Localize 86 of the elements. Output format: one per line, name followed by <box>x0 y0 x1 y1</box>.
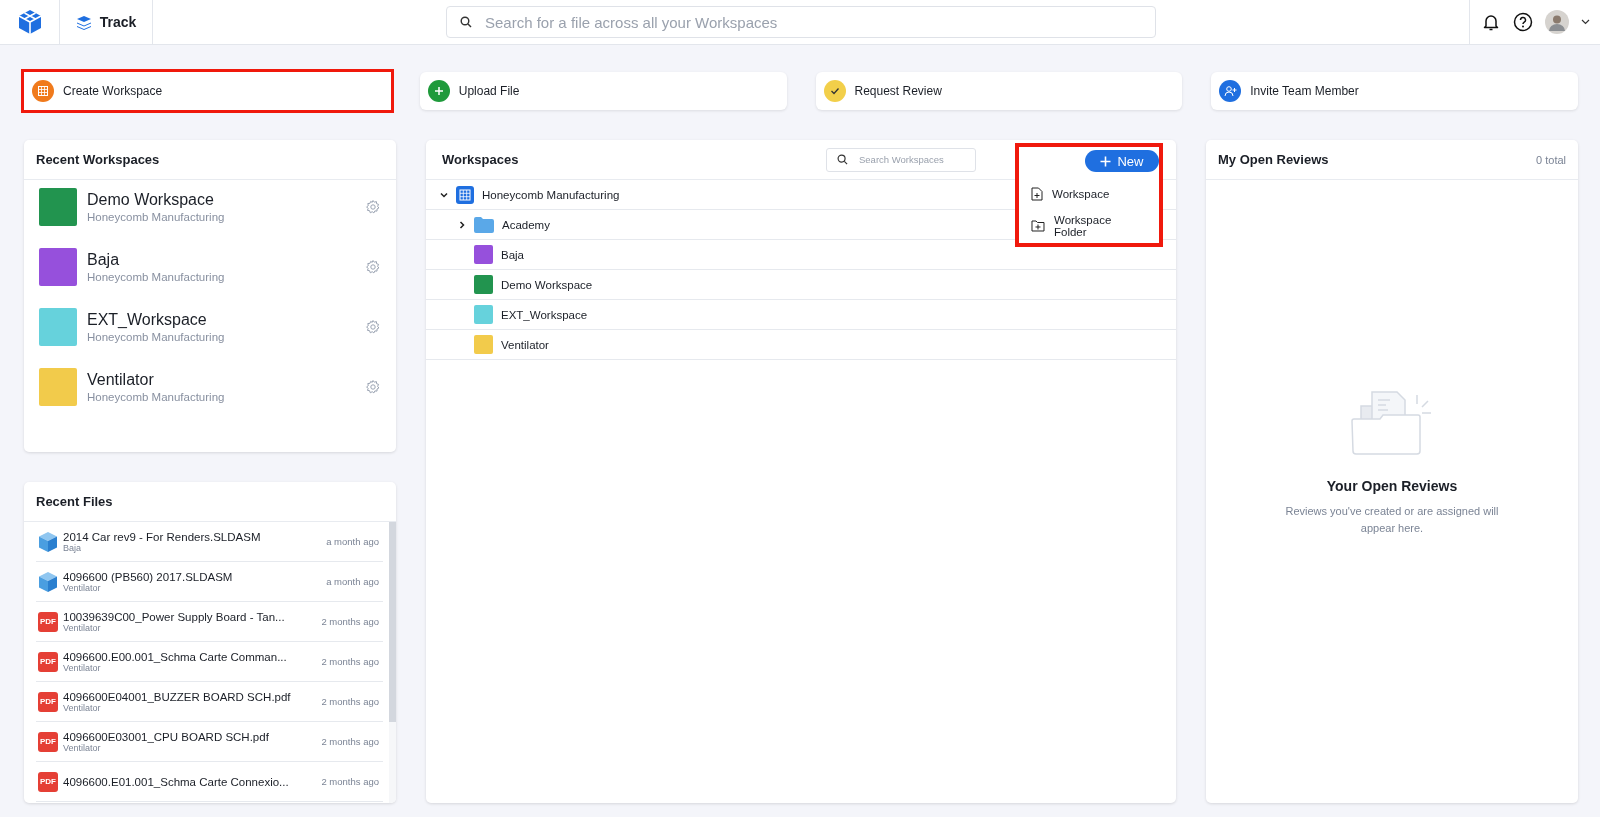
cube-icon <box>38 530 58 553</box>
pdf-icon: PDF <box>38 691 58 712</box>
folder-icon <box>474 216 494 233</box>
file-row[interactable]: PDF 4096600.E01.001_Schma Carte Connexio... 2 months ago <box>36 762 383 802</box>
plus-icon <box>1100 155 1112 167</box>
chevron-down-icon[interactable] <box>440 190 448 199</box>
action-button[interactable]: Upload File <box>419 72 787 110</box>
file-name: 4096600E04001_BUZZER BOARD SCH.pdf <box>63 690 292 703</box>
tree-row[interactable]: Ventilator <box>458 330 549 359</box>
menu-item[interactable]: Workspace Folder <box>1019 210 1159 242</box>
workspace-name: Ventilator <box>63 622 101 633</box>
card-title: Recent Files <box>36 494 113 509</box>
new-button[interactable]: New <box>1085 150 1159 172</box>
avatar-icon[interactable] <box>1544 10 1569 34</box>
scrollbar-thumb[interactable] <box>389 522 396 722</box>
org-name: Honeycomb Manufacturing <box>87 211 226 223</box>
file-time: 2 months ago <box>321 656 379 667</box>
building-icon <box>456 185 474 204</box>
file-row[interactable]: PDF 4096600.E00.001_Schma Carte Comman... Ventilator 2 months ago <box>36 642 383 682</box>
tree-label: EXT_Workspace <box>501 308 588 321</box>
workspace-name: Ventilator <box>63 702 101 713</box>
org-name: Honeycomb Manufacturing <box>87 331 226 343</box>
help-icon[interactable] <box>1512 12 1533 32</box>
file-name: 4096600.E00.001_Schma Carte Comman... <box>63 650 288 663</box>
cube-logo-icon[interactable] <box>16 9 43 35</box>
file-time: 2 months ago <box>321 776 379 787</box>
file-row[interactable]: PDF 4096600E03001_CPU BOARD SCH.pdf Ventilator 2 months ago <box>36 722 383 762</box>
cube-icon <box>38 570 58 593</box>
card-title: Workspaces <box>442 152 519 167</box>
tree-row[interactable]: EXT_Workspace <box>458 300 588 329</box>
layers-icon <box>75 14 92 30</box>
pdf-icon: PDF <box>38 651 58 672</box>
chevron-down-icon[interactable] <box>1580 19 1590 25</box>
pdf-icon: PDF <box>38 731 58 752</box>
workspace-name: Ventilator <box>63 582 102 593</box>
card-title: Recent Workspaces <box>36 152 160 167</box>
workspace-name: Ventilator <box>63 742 101 753</box>
workspace-name[interactable]: Ventilator <box>87 371 355 389</box>
tree-label: Honeycomb Manufacturing <box>482 188 620 201</box>
tree-row[interactable]: Academy <box>458 210 550 239</box>
file-name: 4096600E03001_CPU BOARD SCH.pdf <box>63 730 270 743</box>
chevron-right-icon[interactable] <box>458 220 466 229</box>
org-name: Honeycomb Manufacturing <box>87 271 226 283</box>
workspace-name: Ventilator <box>63 662 101 673</box>
file-row[interactable]: 2014 Car rev9 - For Renders.SLDASM Baja a month ago <box>36 522 383 562</box>
workspace-name[interactable]: Demo Workspace <box>87 191 355 209</box>
empty-state-title: Your Open Reviews <box>1326 478 1458 494</box>
tree-label: Demo Workspace <box>501 278 593 291</box>
file-row[interactable]: 4096600 (PB560) 2017.SLDASM Ventilator a month ago <box>36 562 383 602</box>
file-row[interactable]: PDF 10039639C00_Power Supply Board - Tan... Ventilator 2 months ago <box>36 602 383 642</box>
org-name: Honeycomb Manufacturing <box>87 391 226 403</box>
action-button[interactable]: Invite Team Member <box>1211 72 1578 110</box>
tree-row[interactable]: Demo Workspace <box>458 270 593 299</box>
search-icon <box>837 153 848 165</box>
file-name: 4096600.E01.001_Schma Carte Connexio... <box>63 775 290 788</box>
action-button[interactable]: Request Review <box>815 72 1183 110</box>
file-time: 2 months ago <box>321 616 379 627</box>
folder-plus-icon <box>1031 220 1045 232</box>
file-row[interactable]: PDF 4096600E04001_BUZZER BOARD SCH.pdf Ventilator 2 months ago <box>36 682 383 722</box>
review-count: 0 total <box>1536 153 1566 166</box>
workspace-name[interactable]: Baja <box>87 251 355 269</box>
search-field[interactable]: Search for a file across all your Workspaces <box>446 6 1156 38</box>
menu-item[interactable]: Workspace <box>1019 178 1159 210</box>
app-name[interactable]: Track <box>99 14 137 30</box>
empty-state-text: Reviews you've created or are assigned will appear here. <box>1284 504 1500 537</box>
file-name: 10039639C00_Power Supply Board - Tan... <box>63 610 286 623</box>
search-field[interactable]: Search Workspaces <box>826 147 976 172</box>
workspace-name[interactable]: EXT_Workspace <box>87 311 355 329</box>
file-plus-icon <box>1031 187 1043 201</box>
workspace-name: Baja <box>63 542 82 553</box>
tree-label: Ventilator <box>501 338 549 351</box>
pdf-icon: PDF <box>38 771 58 792</box>
tree-row[interactable]: Baja <box>458 240 525 269</box>
tree-row[interactable]: Honeycomb Manufacturing <box>440 180 620 209</box>
tree-label: Academy <box>502 218 550 231</box>
file-name: 2014 Car rev9 - For Renders.SLDASM <box>63 530 262 543</box>
search-icon <box>460 16 472 28</box>
file-time: 2 months ago <box>321 736 379 747</box>
file-time: a month ago <box>326 576 379 587</box>
file-time: a month ago <box>326 536 379 547</box>
file-name: 4096600 (PB560) 2017.SLDASM <box>63 570 234 583</box>
pdf-icon: PDF <box>38 611 58 632</box>
tree-label: Baja <box>501 248 525 261</box>
file-time: 2 months ago <box>321 696 379 707</box>
card-title: My Open Reviews <box>1218 152 1329 167</box>
action-button[interactable]: Create Workspace <box>24 72 391 110</box>
